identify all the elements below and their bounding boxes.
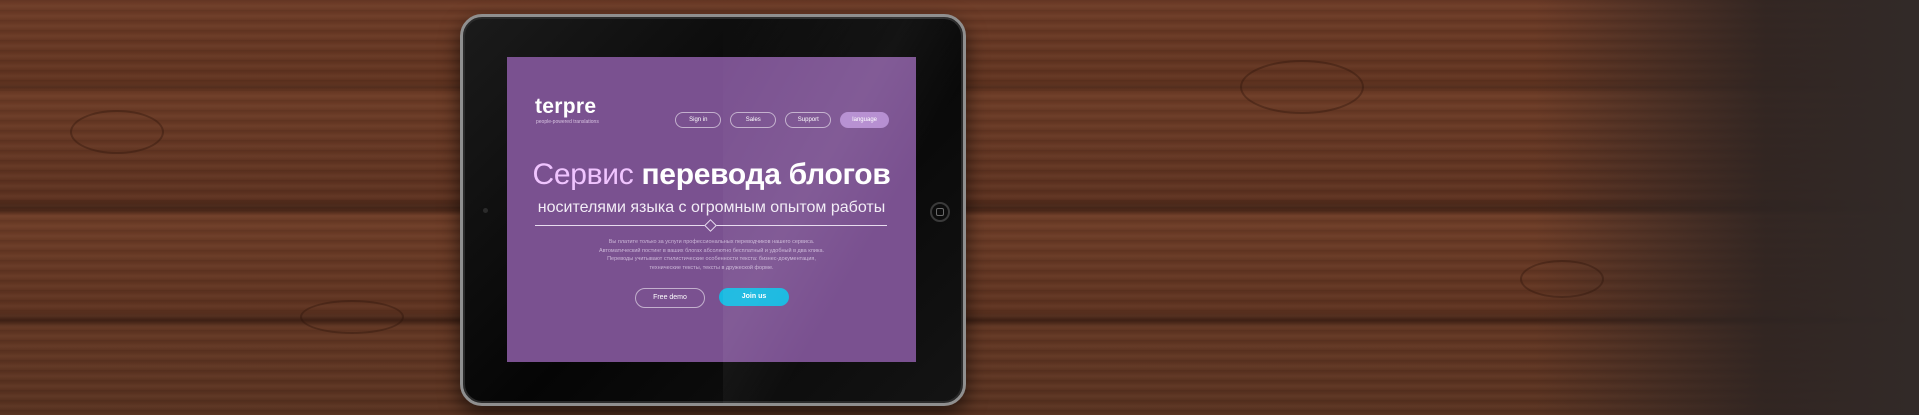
tablet-device: terpre people-powered translations Sign … bbox=[460, 14, 966, 406]
wood-knot bbox=[1520, 260, 1604, 298]
sign-in-button[interactable]: Sign in bbox=[675, 112, 722, 128]
divider-diamond-icon bbox=[704, 219, 717, 232]
wood-knot bbox=[70, 110, 164, 154]
hero-subtitle: носителями языка с огромным опытом работ… bbox=[537, 199, 886, 216]
wood-knot bbox=[300, 300, 404, 334]
hero-title-bold: перевода блогов bbox=[641, 158, 891, 191]
hero-description: Вы платите только за услуги профессионал… bbox=[567, 238, 856, 272]
site-logo[interactable]: terpre bbox=[535, 95, 596, 119]
description-line: Автоматический постинг в ваших блогах аб… bbox=[598, 247, 825, 254]
language-button[interactable]: language bbox=[840, 112, 889, 128]
tablet-screen: terpre people-powered translations Sign … bbox=[507, 57, 916, 362]
camera-icon bbox=[483, 208, 488, 213]
hero-title-light: Сервис bbox=[532, 158, 634, 191]
description-line: технические тексты, тексты в дружеской ф… bbox=[649, 264, 774, 271]
home-button-icon[interactable] bbox=[930, 202, 950, 222]
hero-title: Сервис перевода блогов bbox=[507, 158, 916, 192]
sales-button[interactable]: Sales bbox=[730, 112, 777, 128]
description-line: Переводы учитывают стилистические особен… bbox=[607, 256, 816, 262]
support-button[interactable]: Support bbox=[785, 112, 832, 128]
description-line: Вы платите только за услуги профессионал… bbox=[608, 239, 815, 245]
site-tagline: people-powered translations bbox=[536, 119, 599, 125]
free-demo-button[interactable]: Free demo bbox=[635, 288, 705, 308]
wood-knot bbox=[1240, 60, 1364, 114]
top-nav: Sign in Sales Support language bbox=[675, 112, 889, 128]
join-us-button[interactable]: Join us bbox=[719, 288, 789, 306]
